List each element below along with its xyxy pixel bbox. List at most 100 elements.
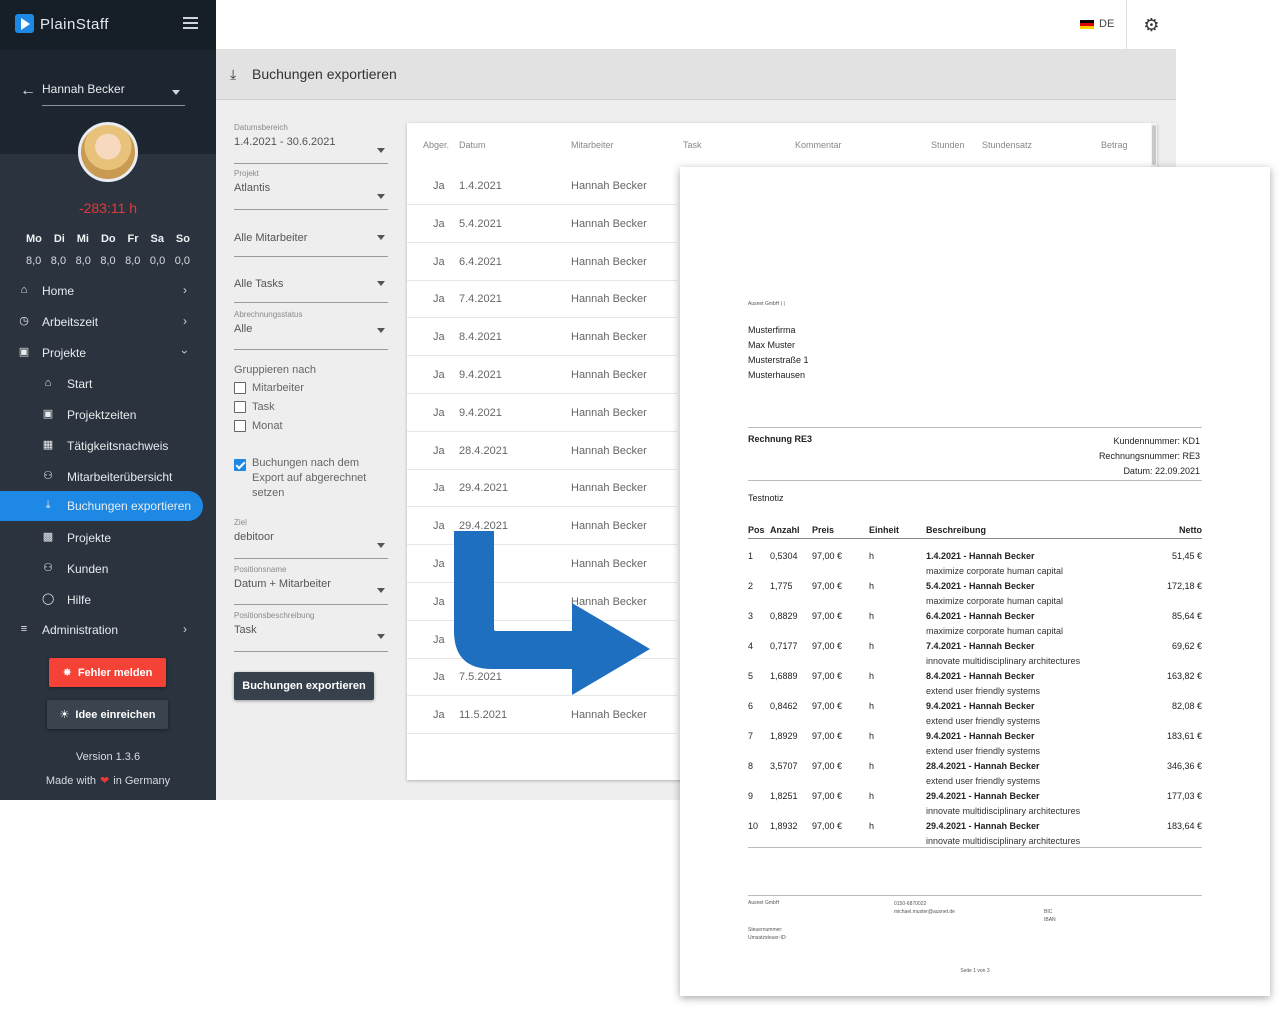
table-scrollbar-thumb[interactable] (1152, 125, 1156, 165)
item-description: maximize corporate human capital (926, 566, 1064, 576)
column-header-task[interactable]: Task (683, 140, 702, 150)
footer-tax-line: Umsatzsteuer-ID: (748, 935, 787, 941)
cell-date: 1.4.2021 (459, 180, 502, 192)
sidebar-item-buchungen-exportieren[interactable]: ⤓ Buchungen exportieren (0, 491, 203, 521)
cell-employee: Hannah Becker (571, 256, 647, 268)
submit-idea-button[interactable]: ☀ Idee einreichen (47, 700, 168, 729)
sidebar-item-start[interactable]: ⌂ Start (0, 370, 216, 398)
table-row[interactable]: Ja 1.4.2021 Hannah Becker (407, 167, 677, 205)
cell-billed: Ja (433, 256, 445, 268)
field-label: Projekt (234, 169, 259, 178)
field-value: Atlantis (234, 182, 271, 194)
made-with-prefix: Made with (45, 775, 97, 787)
position-name-select[interactable]: Positionsname Datum + Mitarbeiter (234, 565, 388, 605)
cell-billed: Ja (433, 558, 445, 570)
group-by-task-checkbox[interactable]: Task (234, 401, 275, 413)
item-price: 97,00 € (812, 671, 843, 681)
column-header-rate[interactable]: Stundensatz (982, 140, 1032, 150)
customer-number: Kundennummer: KD1 (1113, 436, 1200, 446)
sidebar-item-mitarbeiteruebersicht[interactable]: ⚇ Mitarbeiterübersicht (0, 463, 216, 491)
item-unit: h (869, 671, 875, 681)
sidebar-item-projekte-sub[interactable]: ▩ Projekte (0, 524, 216, 552)
position-description-select[interactable]: Positionsbeschreibung Task (234, 611, 388, 652)
table-row[interactable]: Ja 9.4.2021 Hannah Becker (407, 394, 677, 432)
item-price: 97,00 € (812, 551, 843, 561)
mark-billed-checkbox[interactable] (234, 459, 246, 471)
sidebar-item-label: Buchungen exportieren (67, 499, 192, 513)
sidebar-item-projektzeiten[interactable]: ▣ Projektzeiten (0, 401, 216, 429)
caret-down-icon (377, 543, 385, 548)
submit-idea-label: Idee einreichen (75, 708, 156, 721)
arrow-left-icon[interactable]: ← (20, 82, 36, 100)
bug-icon: ✸ (62, 667, 72, 679)
date-range-select[interactable]: Datumsbereich 1.4.2021 - 30.6.2021 (234, 123, 388, 164)
users-icon: ⚇ (43, 470, 53, 482)
item-description: innovate multidisciplinary architectures (926, 806, 1081, 816)
item-price: 97,00 € (812, 611, 843, 621)
table-row[interactable]: Ja 11.5.2021 Hannah Becker (407, 696, 677, 734)
footer-tax-line: Steuernummer: (748, 927, 783, 933)
field-value: Alle Tasks (234, 278, 284, 290)
invoice-rule (748, 538, 1202, 539)
table-row[interactable]: Ja 29.4.2021 Hannah Becker (407, 469, 677, 507)
cell-date: 9.4.2021 (459, 369, 502, 381)
tasks-select[interactable]: Alle Tasks (234, 274, 388, 303)
column-header-comment[interactable]: Kommentar (795, 140, 842, 150)
sidebar-item-administration[interactable]: ≡ Administration › (0, 616, 216, 644)
settings-button[interactable]: ⚙ (1126, 0, 1176, 50)
project-select[interactable]: Projekt Atlantis (234, 169, 388, 210)
sidebar-item-hilfe[interactable]: ◯ Hilfe (0, 586, 216, 614)
column-header-amount[interactable]: Betrag (1101, 140, 1128, 150)
table-row[interactable]: Ja 8.4.2021 Hannah Becker (407, 318, 677, 356)
export-bookings-button[interactable]: Buchungen exportieren (234, 672, 374, 700)
footer-bank: BIC IBAN (1044, 908, 1056, 924)
checkbox-box[interactable] (234, 382, 246, 394)
hamburger-menu-icon[interactable] (183, 17, 198, 29)
item-title: 29.4.2021 - Hannah Becker (926, 821, 1040, 831)
weekday-label: Mo (26, 233, 42, 245)
footer-contact-line: michael.muster@ausnet.de (894, 909, 955, 915)
table-row[interactable]: Ja 5.4.2021 Hannah Becker (407, 205, 677, 243)
column-header-date[interactable]: Datum (459, 140, 486, 150)
table-row[interactable]: Ja 6.4.2021 Hannah Becker (407, 243, 677, 281)
caret-down-icon (377, 235, 385, 240)
group-by-employee-checkbox[interactable]: Mitarbeiter (234, 382, 304, 394)
invoice-meta: Kundennummer: KD1 Rechnungsnummer: RE3 D… (980, 434, 1200, 479)
table-row[interactable]: Ja 7.4.2021 Hannah Becker (407, 280, 677, 318)
table-icon: ▦ (42, 439, 54, 451)
user-select[interactable]: Hannah Becker (42, 82, 125, 96)
sidebar-item-label: Projekte (67, 531, 112, 545)
table-row[interactable]: Ja 9.4.2021 Hannah Becker (407, 356, 677, 394)
billing-status-select[interactable]: Abrechnungsstatus Alle (234, 310, 388, 350)
sidebar-item-projekte[interactable]: ▣ Projekte › (0, 339, 216, 367)
employees-select[interactable]: Alle Mitarbeiter (234, 228, 388, 257)
home-icon: ⌂ (20, 284, 28, 296)
checkbox-box[interactable] (234, 401, 246, 413)
time-balance: -283:11 h (78, 200, 138, 216)
target-select[interactable]: Ziel debitoor (234, 518, 388, 559)
users-icon: ⚇ (43, 562, 53, 574)
sidebar-item-home[interactable]: ⌂ Home › (0, 277, 216, 305)
column-header-employee[interactable]: Mitarbeiter (571, 140, 614, 150)
table-row[interactable]: Ja 28.4.2021 Hannah Becker (407, 432, 677, 470)
report-bug-button[interactable]: ✸ Fehler melden (49, 658, 166, 687)
checkbox-box[interactable] (234, 420, 246, 432)
field-label: Datumsbereich (234, 123, 288, 132)
group-by-month-checkbox[interactable]: Monat (234, 420, 283, 432)
item-unit: h (869, 731, 875, 741)
column-header-billed[interactable]: Abger. (423, 140, 449, 150)
checkbox-box-checked[interactable] (234, 459, 246, 471)
weekday-label: Fr (127, 233, 139, 245)
item-pos: 7 (748, 731, 754, 741)
caret-down-icon[interactable] (172, 90, 180, 95)
item-net: 69,62 € (1171, 641, 1202, 651)
field-underline (234, 163, 388, 164)
column-header-hours[interactable]: Stunden (931, 140, 965, 150)
sidebar-item-kunden[interactable]: ⚇ Kunden (0, 555, 216, 583)
language-switcher[interactable]: DE (1080, 18, 1114, 30)
page-header: ⤓ Buchungen exportieren (216, 50, 1176, 100)
made-with-note: Made with ❤ in Germany (0, 774, 216, 787)
item-title: 9.4.2021 - Hannah Becker (926, 731, 1035, 741)
sidebar-item-arbeitszeit[interactable]: ◷ Arbeitszeit › (0, 308, 216, 336)
sidebar-item-taetigkeitsnachweis[interactable]: ▦ Tätigkeitsnachweis (0, 432, 216, 460)
